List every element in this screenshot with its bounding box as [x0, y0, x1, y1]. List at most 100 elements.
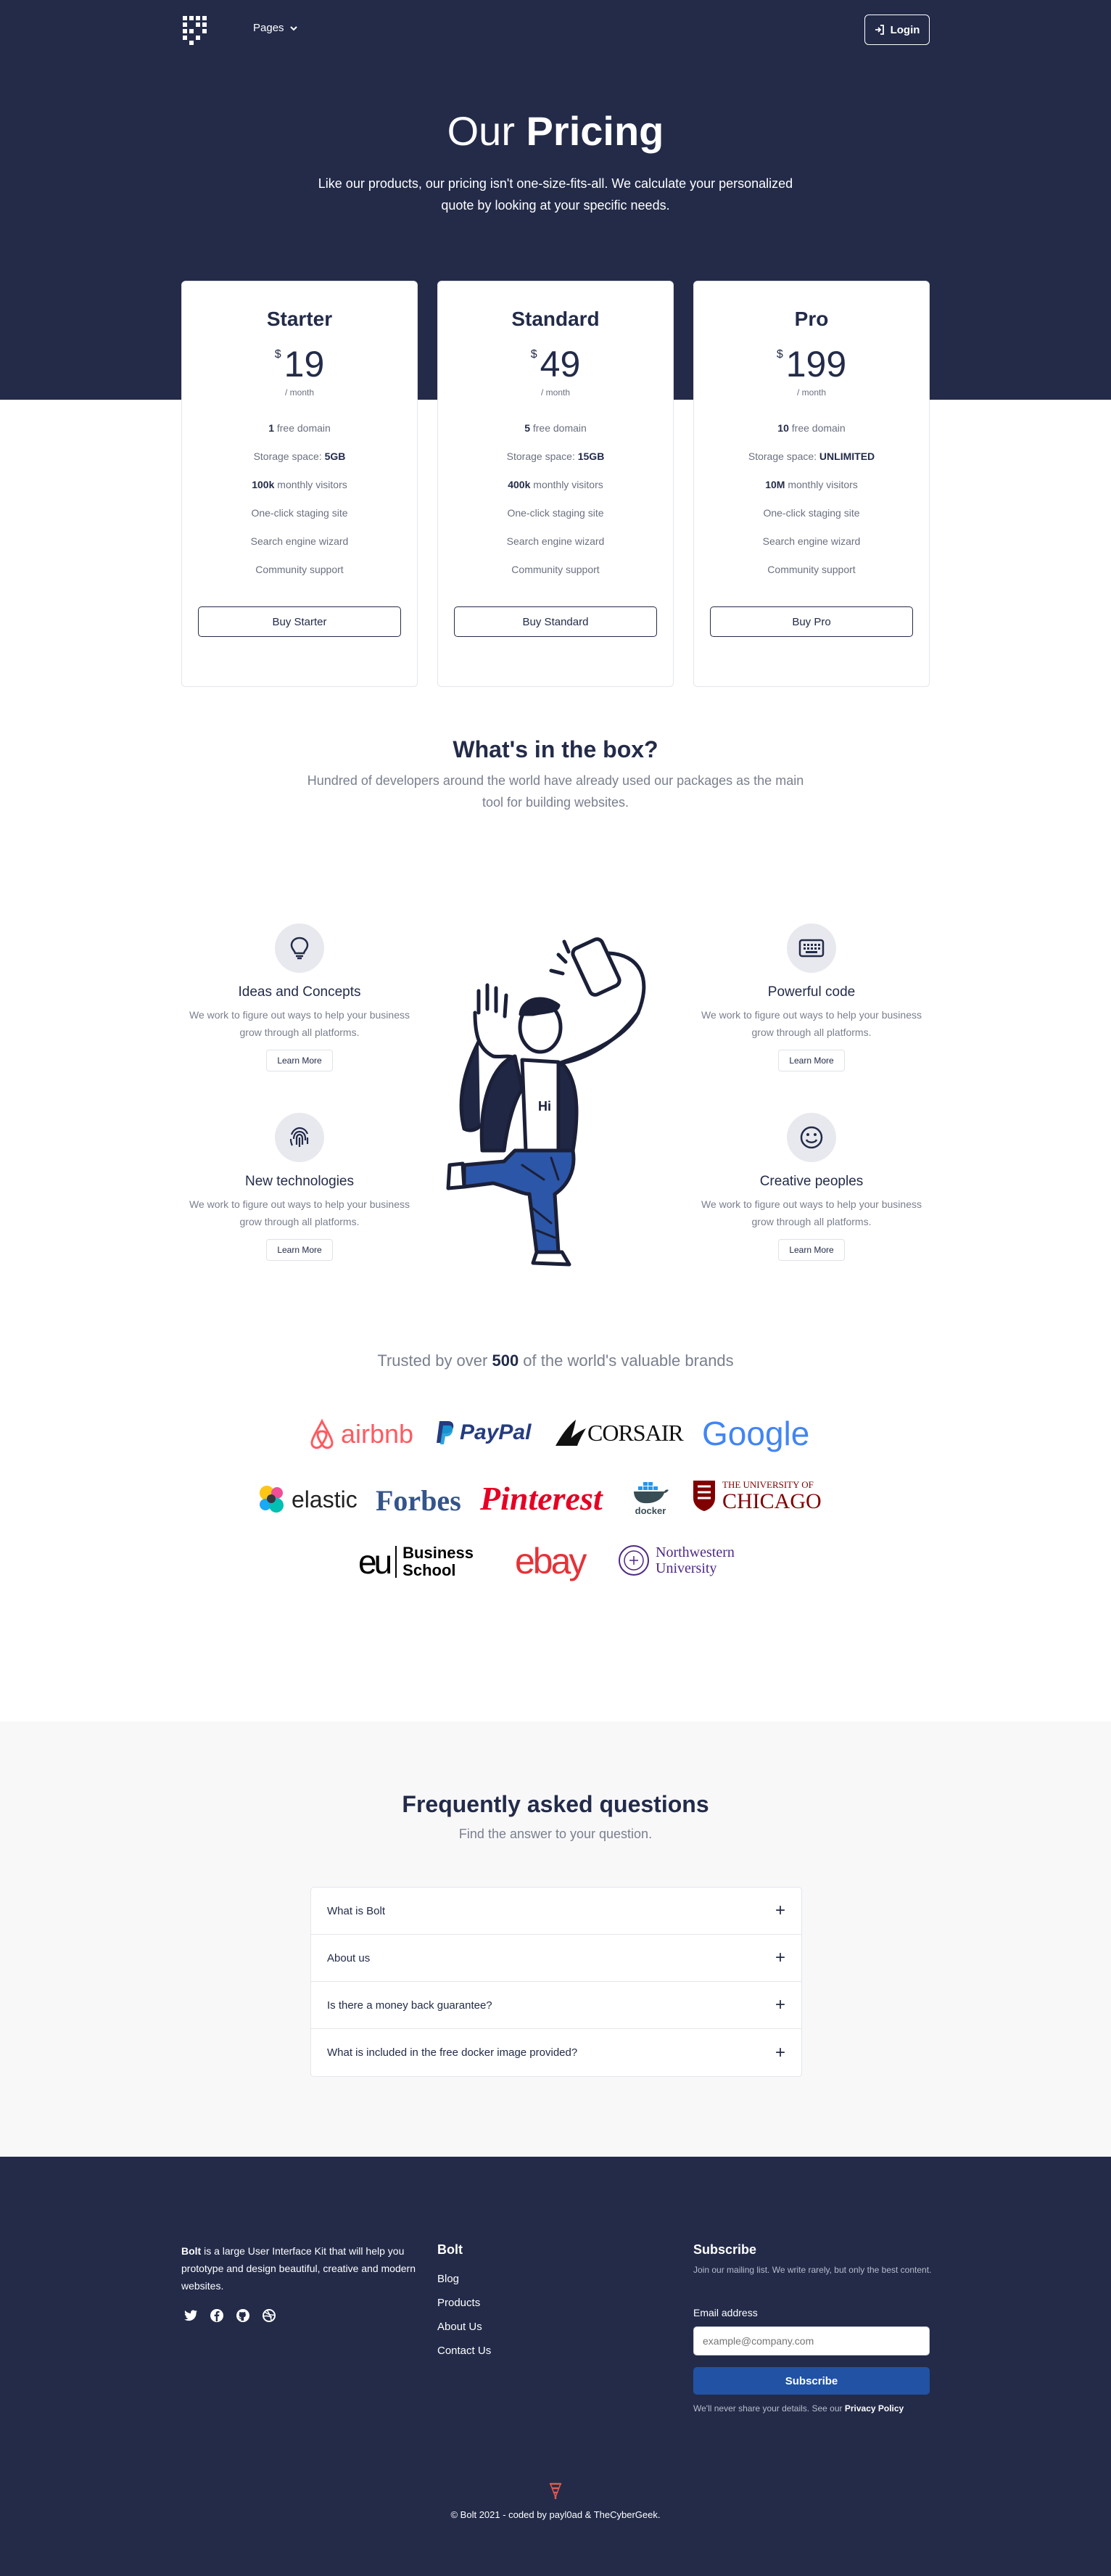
buy-plan-button[interactable]: Buy Pro: [710, 606, 913, 637]
airbnb-wordmark: airbnb: [341, 1419, 414, 1449]
paypal-mark-icon: [437, 1421, 454, 1444]
plan-feature: Search engine wizard: [694, 535, 929, 564]
fingerprint-icon: [275, 1113, 324, 1162]
waving-man-illustration: Hi: [446, 937, 646, 1267]
docker-whale-icon: [634, 1482, 669, 1504]
learn-more-button[interactable]: Learn More: [778, 1050, 845, 1071]
feature-prefix: Storage space:: [253, 450, 325, 462]
faq-question: What is Bolt: [327, 1904, 386, 1917]
email-field[interactable]: [693, 2326, 930, 2355]
corsair-sails-icon: [556, 1420, 586, 1446]
plan-price: $199: [694, 344, 929, 384]
plan-feature: Community support: [182, 564, 417, 592]
bolt-logo[interactable]: [183, 16, 207, 45]
plan-feature: Search engine wizard: [438, 535, 673, 564]
plan-price: $49: [438, 344, 673, 384]
feature-text: monthly visitors: [274, 479, 347, 490]
feature-code: Powerful code We work to figure out ways…: [693, 923, 930, 1071]
footer-brand: Bolt: [181, 2245, 202, 2257]
subscribe-text: Join our mailing list. We write rarely, …: [693, 2265, 932, 2275]
bolt-footer-mark-icon: [549, 2482, 562, 2499]
feature-text: One-click staging site: [251, 507, 348, 519]
elastic-wordmark: elastic: [292, 1486, 358, 1513]
trusted-pre: Trusted by over: [377, 1351, 492, 1370]
footer-about-text: is a large User Interface Kit that will …: [181, 2245, 416, 2292]
plan-features: 5 free domain Storage space: 15GB 400k mon…: [438, 422, 673, 592]
feature-text: Community support: [767, 564, 856, 575]
docker-wordmark: docker: [635, 1505, 666, 1516]
plan-feature: One-click staging site: [182, 507, 417, 535]
privacy-note-text: We'll never share your details. See our: [693, 2403, 845, 2414]
faq-question: What is included in the free docker imag…: [327, 2046, 578, 2059]
plus-icon: +: [775, 1948, 785, 1967]
title-bold: Pricing: [526, 108, 664, 154]
twitter-icon[interactable]: [183, 2308, 199, 2324]
footer-link-products[interactable]: Products: [437, 2297, 491, 2321]
feature-text: Community support: [511, 564, 600, 575]
paypal-wordmark: PayPal: [460, 1420, 532, 1444]
feature-ideas: Ideas and Concepts We work to figure out…: [181, 923, 418, 1071]
faq-item[interactable]: About us +: [311, 1935, 801, 1982]
pages-dropdown[interactable]: Pages: [253, 22, 297, 34]
subscribe-button[interactable]: Subscribe: [693, 2367, 930, 2395]
currency-symbol: $: [530, 348, 537, 361]
plan-feature: Storage space: 15GB: [438, 450, 673, 479]
eu-line1: Business: [402, 1544, 474, 1562]
uchicago-logo: THE UNIVERSITY OF CHICAGO: [692, 1479, 822, 1513]
currency-symbol: $: [274, 348, 281, 361]
feature-text: free domain: [273, 422, 331, 434]
feature-value: 400k: [508, 479, 531, 490]
faq-title: Frequently asked questions: [402, 1791, 709, 1817]
footer-link-blog[interactable]: Blog: [437, 2273, 491, 2297]
plan-feature: 400k monthly visitors: [438, 479, 673, 507]
price-period: / month: [284, 387, 315, 398]
dribbble-icon[interactable]: [261, 2308, 277, 2324]
feature-value: 5: [524, 422, 530, 434]
feature-value: 15GB: [577, 450, 605, 462]
login-label: Login: [890, 23, 920, 36]
plan-feature: Storage space: 5GB: [182, 450, 417, 479]
plan-features: 1 free domain Storage space: 5GB 100k mont…: [182, 422, 417, 592]
pinterest-wordmark: Pinterest: [480, 1480, 603, 1517]
footer-link-about[interactable]: About Us: [437, 2321, 491, 2345]
corsair-logo: CORSAIR: [554, 1418, 684, 1447]
plan-name: Pro: [794, 308, 829, 330]
price-period: / month: [796, 387, 827, 398]
plan-card-pro: Pro $199/ month 10 free domain Storage spac…: [693, 281, 930, 687]
github-icon[interactable]: [235, 2308, 251, 2324]
learn-more-button[interactable]: Learn More: [778, 1239, 845, 1261]
pages-label: Pages: [253, 22, 284, 34]
plan-feature: 1 free domain: [182, 422, 417, 450]
features-section: What's in the box? Hundred of developers…: [0, 688, 1111, 1721]
northwestern-line2: University: [656, 1560, 717, 1576]
privacy-policy-link[interactable]: Privacy Policy: [845, 2403, 904, 2414]
buy-plan-button[interactable]: Buy Standard: [454, 606, 657, 637]
plan-price: $19: [182, 344, 417, 384]
uchicago-shield-icon: [693, 1481, 715, 1511]
subscribe-title: Subscribe: [693, 2242, 757, 2257]
learn-more-button[interactable]: Learn More: [266, 1050, 333, 1071]
faq-item[interactable]: What is Bolt +: [311, 1888, 801, 1935]
faq-accordion: What is Bolt + About us + Is there a money…: [310, 1887, 802, 2077]
feature-text: monthly visitors: [530, 479, 603, 490]
faq-question: About us: [327, 1951, 371, 1964]
feature-title: New technologies: [245, 1174, 354, 1189]
price-amount: 19: [284, 344, 325, 384]
faq-item[interactable]: Is there a money back guarantee? +: [311, 1982, 801, 2029]
facebook-icon[interactable]: [209, 2308, 225, 2324]
plan-card-starter: Starter $19/ month 1 free domain Storage sp…: [181, 281, 418, 687]
footer-link-contact[interactable]: Contact Us: [437, 2345, 491, 2369]
feature-text: One-click staging site: [763, 507, 860, 519]
footer-links-title: Bolt: [437, 2242, 463, 2257]
elastic-logo: elastic: [257, 1484, 358, 1515]
learn-more-button[interactable]: Learn More: [266, 1239, 333, 1261]
feature-title: Ideas and Concepts: [238, 984, 361, 1000]
login-button[interactable]: Login: [864, 15, 930, 45]
buy-plan-button[interactable]: Buy Starter: [198, 606, 401, 637]
box-title: What's in the box?: [453, 736, 658, 762]
plan-card-standard: Standard $49/ month 5 free domain Storage s…: [437, 281, 674, 687]
plus-icon: +: [775, 1901, 785, 1920]
faq-item[interactable]: What is included in the free docker imag…: [311, 2029, 801, 2076]
feature-text: Search engine wizard: [762, 535, 861, 547]
trusted-heading: Trusted by over 500 of the world's valua…: [0, 1351, 1111, 1370]
